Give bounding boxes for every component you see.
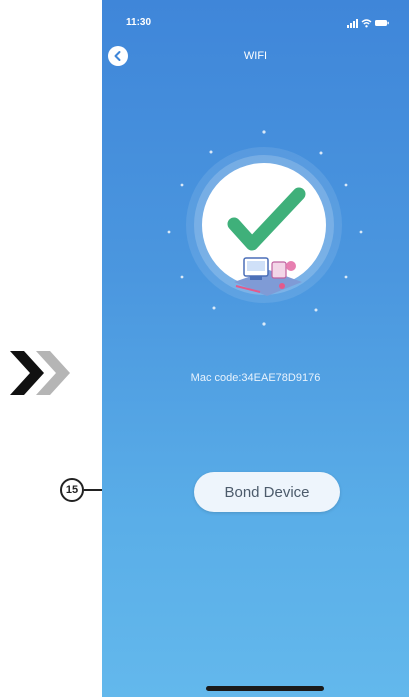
success-illustration: [167, 130, 363, 326]
nav-bar: WIFI: [102, 44, 409, 70]
battery-icon: [375, 20, 389, 26]
status-bar: 11:30: [102, 0, 409, 34]
mac-code-label: Mac code:: [190, 372, 242, 384]
wifi-icon: [361, 19, 372, 28]
signal-icon: [347, 19, 358, 28]
home-indicator: [206, 686, 324, 691]
bond-device-button[interactable]: Bond Device: [194, 472, 340, 512]
callout-number: 15: [60, 478, 84, 502]
phone-screen: 11:30 WIFI Mac code:34EAE78D9176 Bond De…: [102, 0, 409, 697]
status-time: 11:30: [126, 17, 152, 28]
manual-page: 15 11:30 WIFI Mac code:34EAE78D9176 Bond…: [0, 0, 420, 697]
mac-code-text: Mac code:34EAE78D9176: [102, 372, 409, 384]
status-icons: [347, 19, 389, 28]
double-chevron-right-icon: [10, 351, 70, 395]
mac-code-value: 34EAE78D9176: [241, 372, 321, 384]
page-title: WIFI: [243, 50, 268, 62]
